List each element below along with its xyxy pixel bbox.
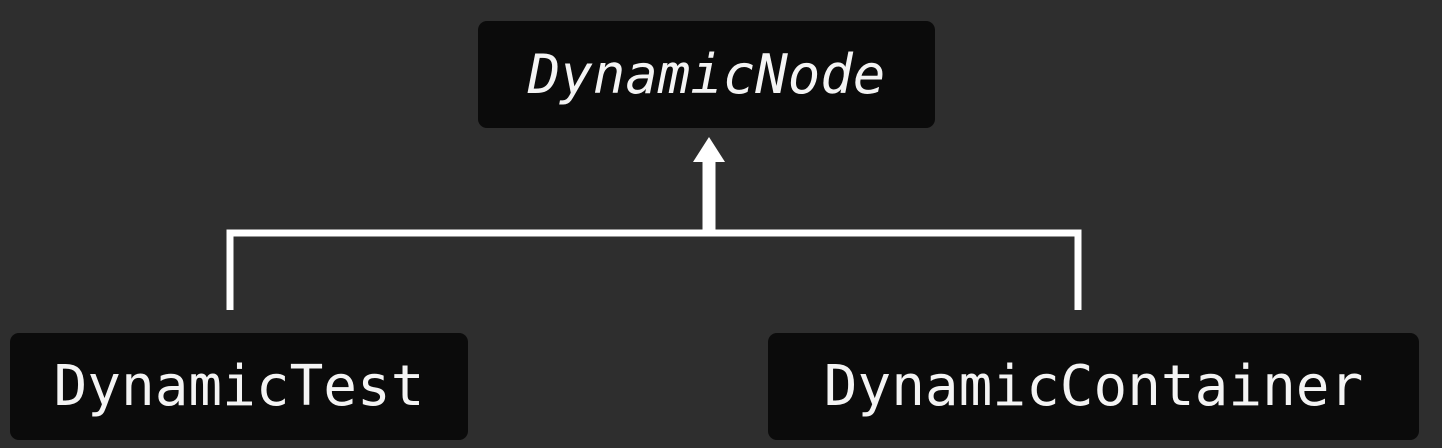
child-node-label-right: DynamicContainer bbox=[823, 354, 1364, 419]
class-hierarchy-diagram: DynamicNode DynamicTest DynamicContainer bbox=[0, 0, 1442, 448]
parent-node-box: DynamicNode bbox=[478, 21, 935, 128]
child-node-box-left: DynamicTest bbox=[10, 333, 468, 440]
arrow-head bbox=[693, 137, 725, 162]
child-node-box-right: DynamicContainer bbox=[768, 333, 1419, 440]
parent-node-label: DynamicNode bbox=[527, 43, 886, 106]
child-node-label-left: DynamicTest bbox=[53, 354, 425, 419]
